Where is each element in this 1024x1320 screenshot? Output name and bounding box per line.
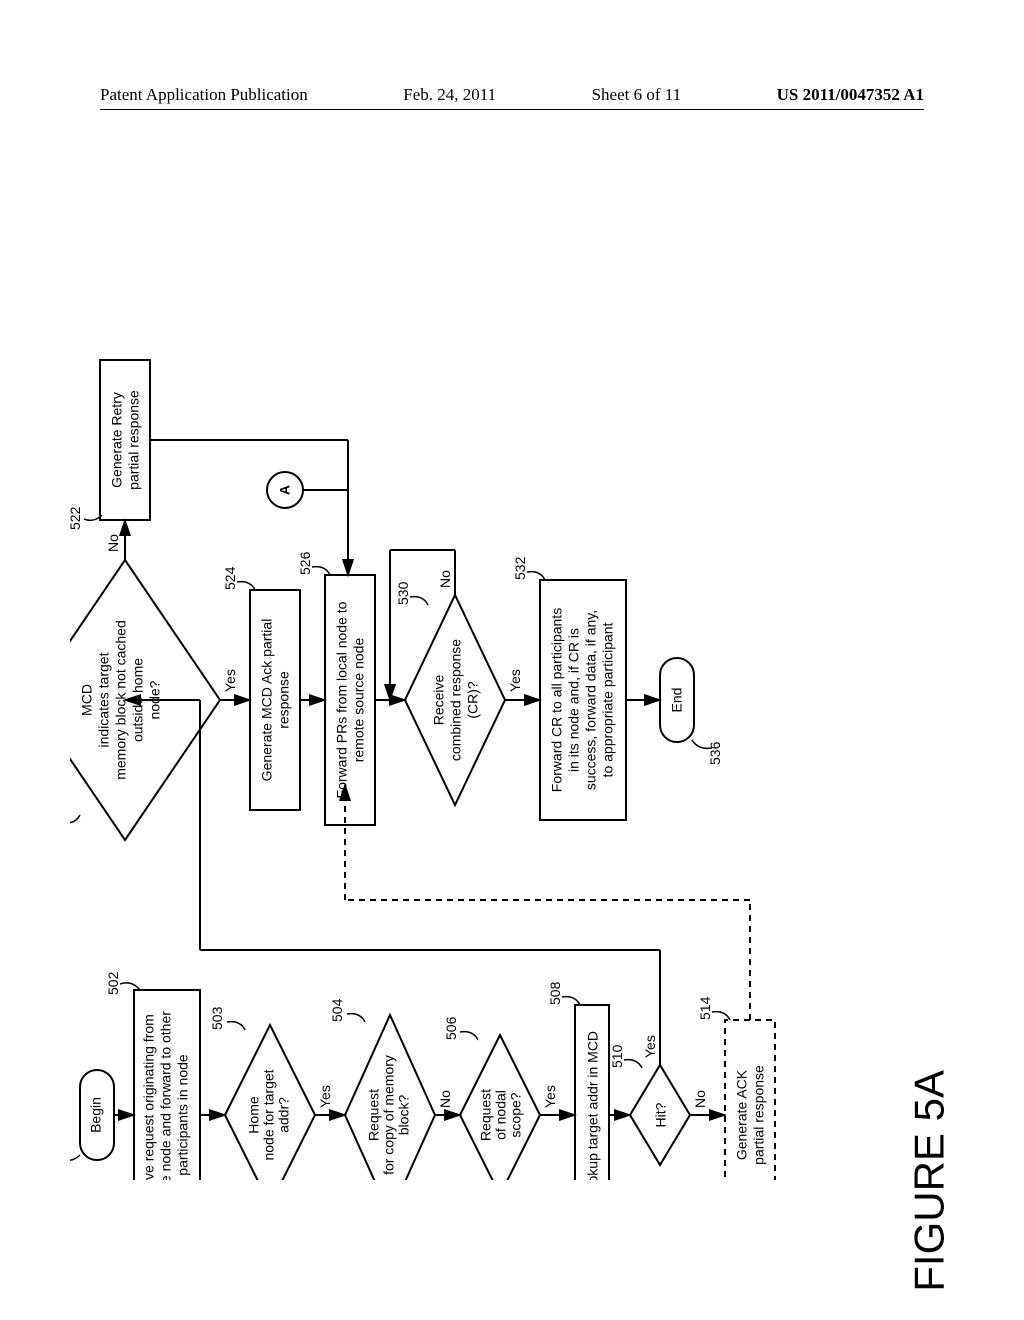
svg-text:Forward CR to all participants: Forward CR to all participants [549, 608, 565, 792]
svg-text:No: No [437, 570, 453, 588]
svg-text:508: 508 [547, 981, 563, 1005]
svg-text:Generate Retry: Generate Retry [109, 392, 125, 488]
svg-text:536: 536 [707, 741, 723, 765]
connector-a-right: A [267, 472, 303, 508]
svg-text:response: response [276, 671, 292, 729]
node-506: Request of nodal scope? 506 [443, 1016, 540, 1180]
figure-label: FIGURE 5A [906, 1070, 954, 1292]
svg-text:combined response: combined response [448, 639, 464, 761]
node-522: Generate Retry partial response 522 [70, 360, 150, 530]
node-502: Receive request originating from remote … [105, 971, 200, 1180]
svg-text:block?: block? [396, 1095, 412, 1136]
svg-text:Yes: Yes [642, 1035, 658, 1058]
node-532: Forward CR to all participants in its no… [512, 556, 626, 820]
node-begin: Begin 500 [70, 1070, 114, 1170]
svg-text:Generate MCD Ack partial: Generate MCD Ack partial [259, 619, 275, 782]
svg-text:Generate ACK: Generate ACK [734, 1069, 750, 1160]
svg-text:504: 504 [329, 998, 345, 1022]
svg-text:Request: Request [478, 1089, 494, 1141]
node-510: Hit? 510 [609, 1044, 690, 1165]
svg-text:510: 510 [609, 1044, 625, 1068]
svg-text:partial response: partial response [751, 1065, 767, 1165]
svg-text:remote node and forward to oth: remote node and forward to other [158, 1011, 174, 1180]
svg-text:outside home: outside home [130, 658, 146, 742]
node-504: Request for copy of memory block? 504 [329, 998, 435, 1180]
svg-text:502: 502 [105, 971, 121, 995]
svg-text:526: 526 [297, 551, 313, 575]
svg-text:partial response: partial response [126, 390, 142, 490]
svg-text:(CR)?: (CR)? [465, 681, 481, 719]
svg-text:522: 522 [70, 506, 83, 530]
svg-text:Yes: Yes [222, 669, 238, 692]
node-526: Forward PRs from local node to remote so… [297, 551, 375, 825]
svg-text:in its node and, if CR is: in its node and, if CR is [566, 628, 582, 772]
svg-text:of nodal: of nodal [493, 1090, 509, 1140]
svg-text:524: 524 [222, 566, 238, 590]
svg-text:Receive: Receive [431, 675, 447, 726]
svg-text:No: No [105, 534, 121, 552]
svg-text:Lookup target addr in MCD: Lookup target addr in MCD [585, 1031, 601, 1180]
svg-text:No: No [437, 1090, 453, 1108]
node-514: Generate ACK partial response 514 [697, 996, 775, 1180]
svg-text:Hit?: Hit? [653, 1102, 669, 1127]
svg-text:506: 506 [443, 1016, 459, 1040]
svg-text:Yes: Yes [542, 1085, 558, 1108]
svg-text:for copy of memory: for copy of memory [381, 1055, 397, 1175]
svg-text:Begin: Begin [88, 1097, 104, 1133]
svg-text:to appropriate participant: to appropriate participant [600, 622, 616, 777]
node-end: End 536 [660, 658, 723, 765]
svg-text:Receive request originating fr: Receive request originating from [141, 1014, 157, 1180]
node-508: Lookup target addr in MCD 508 [547, 981, 609, 1180]
publication-number: US 2011/0047352 A1 [777, 85, 924, 105]
publication-date: Feb. 24, 2011 [403, 85, 496, 105]
svg-text:Forward PRs from local node to: Forward PRs from local node to [334, 601, 350, 798]
svg-text:Home: Home [246, 1096, 262, 1134]
sheet-number: Sheet 6 of 11 [592, 85, 682, 105]
node-530: Receive combined response (CR)? 530 [395, 581, 505, 805]
svg-text:Yes: Yes [317, 1085, 333, 1108]
page-header: Patent Application Publication Feb. 24, … [100, 85, 924, 110]
svg-text:node for target: node for target [261, 1069, 277, 1160]
node-503: Home node for target addr? 503 [209, 1006, 315, 1180]
svg-text:Request: Request [366, 1089, 382, 1141]
svg-text:addr?: addr? [276, 1097, 292, 1133]
svg-text:No: No [692, 1090, 708, 1108]
svg-text:node?: node? [147, 680, 163, 719]
svg-text:memory block not cached: memory block not cached [113, 620, 129, 780]
svg-text:remote source node: remote source node [351, 638, 367, 763]
svg-text:indicates target: indicates target [96, 652, 112, 747]
svg-text:scope?: scope? [508, 1092, 524, 1137]
svg-text:End: End [669, 688, 685, 713]
svg-text:Yes: Yes [507, 669, 523, 692]
svg-text:530: 530 [395, 581, 411, 605]
svg-text:MCD: MCD [79, 684, 95, 716]
flowchart-diagram: Begin 500 Receive request originating fr… [70, 180, 890, 1180]
svg-text:A: A [277, 485, 293, 495]
svg-text:532: 532 [512, 556, 528, 580]
svg-text:503: 503 [209, 1006, 225, 1030]
svg-text:514: 514 [697, 996, 713, 1020]
svg-text:success, forward data, if any,: success, forward data, if any, [583, 610, 599, 790]
publication-label: Patent Application Publication [100, 85, 308, 105]
svg-text:participants in node: participants in node [175, 1054, 191, 1176]
